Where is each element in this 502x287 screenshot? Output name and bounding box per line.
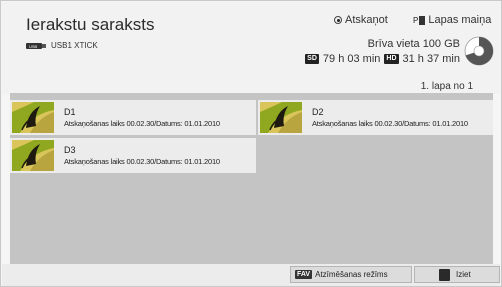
hd-badge: HD — [384, 54, 399, 64]
recording-meta: Atskaņošanas laiks 00.02.30/Datums: 01.0… — [64, 118, 220, 128]
hd-time: 31 h 37 min — [402, 53, 460, 65]
recording-name: D1 — [64, 106, 76, 117]
page-key-icon: P — [413, 15, 426, 25]
play-option[interactable]: Atskaņot — [334, 14, 388, 26]
exit-button[interactable]: Iziet — [414, 266, 500, 283]
page-change-option[interactable]: P Lapas maiņa — [413, 14, 491, 26]
radio-icon — [334, 16, 342, 24]
recording-meta: Atskaņošanas laiks 00.02.30/Datums: 01.0… — [312, 118, 468, 128]
sd-time: 79 h 03 min — [322, 53, 381, 65]
page-change-label: Lapas maiņa — [428, 14, 492, 26]
exit-key-icon — [439, 268, 450, 281]
device-label: USB1 XTICK — [51, 41, 98, 50]
list-item[interactable]: D2 Atskaņošanas laiks 00.02.30/Datums: 0… — [258, 100, 493, 135]
page-indicator: 1. lapa no 1 — [420, 81, 473, 92]
page-title: Ierakstu saraksts — [26, 15, 155, 34]
device-info: USB USB1 XTICK — [26, 41, 98, 50]
thumbnail-image — [12, 102, 54, 133]
footer-bar: FAV Atzīmēšanas režīms Iziet — [2, 264, 500, 286]
mark-mode-label: Atzīmēšanas režīms — [315, 270, 388, 279]
recording-info: D1 Atskaņošanas laiks 00.02.30/Datums: 0… — [64, 107, 220, 129]
list-item[interactable]: D1 Atskaņošanas laiks 00.02.30/Datums: 0… — [10, 100, 256, 135]
thumbnail-image — [260, 102, 302, 133]
free-space: Brīva vieta 100 GB — [367, 38, 460, 50]
play-option-label: Atskaņot — [345, 14, 388, 26]
recording-meta: Atskaņošanas laiks 00.02.30/Datums: 01.0… — [64, 156, 220, 166]
fav-key-icon: FAV — [295, 270, 313, 279]
recordings-screen: Ierakstu saraksts USB USB1 XTICK Atskaņo… — [0, 0, 502, 287]
recording-info: D2 Atskaņošanas laiks 00.02.30/Datums: 0… — [312, 107, 468, 129]
sd-badge: SD — [305, 54, 319, 64]
recording-name: D2 — [312, 106, 324, 117]
usb-icon: USB — [26, 42, 46, 49]
svg-text:USB: USB — [29, 44, 38, 49]
recording-time-remaining: SD 79 h 03 min HD 31 h 37 min — [305, 53, 460, 65]
disk-usage-icon — [464, 36, 494, 66]
mark-mode-button[interactable]: FAV Atzīmēšanas režīms — [290, 266, 412, 283]
header: Ierakstu saraksts USB USB1 XTICK Atskaņo… — [2, 2, 500, 94]
recordings-list: D1 Atskaņošanas laiks 00.02.30/Datums: 0… — [10, 93, 493, 264]
recording-info: D3 Atskaņošanas laiks 00.02.30/Datums: 0… — [64, 145, 220, 167]
recording-name: D3 — [64, 144, 76, 155]
list-item[interactable]: D3 Atskaņošanas laiks 00.02.30/Datums: 0… — [10, 138, 256, 173]
page-key-label: P — [413, 15, 419, 25]
exit-label: Iziet — [456, 270, 471, 279]
thumbnail-image — [12, 140, 54, 171]
